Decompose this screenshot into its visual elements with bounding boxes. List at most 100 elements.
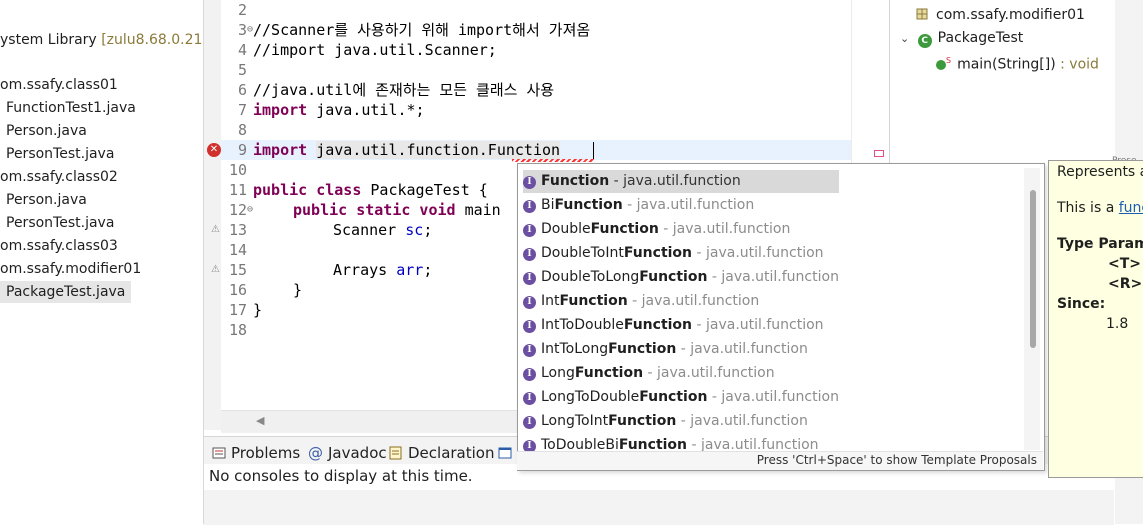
code-text: ; xyxy=(423,221,433,239)
code-text: PackageTest { xyxy=(361,181,488,199)
line-number: 3 xyxy=(237,21,247,39)
completion-item[interactable]: I IntToDoubleFunction - java.util.functio… xyxy=(523,314,839,337)
tree-item-label: FunctionTest1.java xyxy=(6,100,136,116)
javadoc-text: This is a func xyxy=(1057,200,1143,216)
tree-item-label: PersonTest.java xyxy=(6,146,115,162)
interface-icon: I xyxy=(523,200,536,213)
interface-icon: I xyxy=(523,344,536,357)
completion-item[interactable]: I DoubleFunction - java.util.function xyxy=(523,218,839,241)
code-keyword: import xyxy=(253,101,308,119)
warning-icon[interactable]: ⚠ xyxy=(211,224,220,235)
completion-match: Function xyxy=(554,197,623,213)
tab-javadoc[interactable]: @ Javadoc xyxy=(308,441,387,465)
content-assist-popup[interactable]: I Function - java.util.function I BiFuncti… xyxy=(517,163,1045,471)
tree-item-package[interactable]: om.ssafy.modifier01 xyxy=(0,258,141,280)
line-number: 6 xyxy=(237,81,247,99)
interface-icon: I xyxy=(523,296,536,309)
code-line: public class PackageTest { xyxy=(253,180,488,200)
tree-item-label: om.ssafy.class02 xyxy=(0,169,118,185)
tab-label: Problems xyxy=(231,444,301,462)
code-keyword: public class xyxy=(253,181,362,199)
completion-package: - java.util.function xyxy=(658,221,791,237)
completion-item[interactable]: I LongFunction - java.util.function xyxy=(523,362,839,385)
interface-icon: I xyxy=(523,272,536,285)
tree-item-file[interactable]: FunctionTest1.java xyxy=(6,97,136,119)
code-comment: //java.util에 존재하는 모든 클래스 사용 xyxy=(253,81,555,99)
fold-marker-icon[interactable]: ⊖ xyxy=(247,200,253,220)
tree-item-package[interactable]: om.ssafy.class02 xyxy=(0,166,118,188)
template-proposals-hint[interactable]: Press 'Ctrl+Space' to show Template Prop… xyxy=(757,453,1037,467)
completion-match: Function xyxy=(623,245,693,261)
completion-item[interactable]: I IntToLongFunction - java.util.function xyxy=(523,338,839,361)
scroll-left-arrow-icon[interactable]: ◀ xyxy=(256,414,264,427)
completion-item[interactable]: I LongToIntFunction - java.util.function xyxy=(523,410,839,433)
tab-label: Declaration xyxy=(408,444,495,462)
tree-item-package[interactable]: om.ssafy.class03 xyxy=(0,235,118,257)
ruler-error-marker[interactable] xyxy=(874,150,884,157)
completion-text: Long xyxy=(541,365,575,381)
line-number: 4 xyxy=(237,41,247,59)
outline-item-method[interactable]: Smain(String[]) : void xyxy=(936,50,1099,73)
interface-icon: I xyxy=(523,176,536,189)
chevron-down-icon[interactable]: ⌄ xyxy=(900,32,909,45)
warning-icon[interactable]: ⚠ xyxy=(211,264,220,275)
code-text: java.util.*; xyxy=(307,101,425,119)
completion-text: DoubleToLong xyxy=(541,269,640,285)
tree-item-label: om.ssafy.modifier01 xyxy=(0,261,142,277)
outline-item-label: com.ssafy.modifier01 xyxy=(936,7,1085,23)
javadoc-hover: Represents a This is a func Type Parame … xyxy=(1048,160,1143,478)
completion-text: IntToLong xyxy=(541,341,609,357)
completion-text: LongToInt xyxy=(541,413,609,429)
completion-package: - java.util.function xyxy=(609,173,741,189)
tree-item-package[interactable]: om.ssafy.class01 xyxy=(0,74,118,96)
code-comment: //Scanner를 사용하기 위해 import해서 가져옴 xyxy=(253,21,591,39)
interface-icon: I xyxy=(523,224,536,237)
code-text: Arrays xyxy=(333,261,397,279)
completion-match: Function xyxy=(639,269,708,285)
popup-scrollbar-thumb[interactable] xyxy=(1030,190,1036,348)
completion-item[interactable]: I BiFunction - java.util.function xyxy=(523,194,839,217)
tree-item-file[interactable]: Person.java xyxy=(6,189,87,211)
javadoc-summary: Represents a xyxy=(1057,164,1143,180)
tab-problems[interactable]: Problems xyxy=(212,441,300,465)
outline-item-label: main(String[]) xyxy=(957,56,1056,73)
javadoc-link[interactable]: func xyxy=(1119,200,1143,216)
package-icon xyxy=(916,5,928,20)
problems-icon xyxy=(212,443,226,459)
completion-text: Int xyxy=(541,293,560,309)
tree-item-file[interactable]: Person.java xyxy=(6,120,87,142)
completion-package: - java.util.function xyxy=(627,293,760,309)
code-line: public static void main xyxy=(293,200,501,220)
code-variable: sc xyxy=(405,221,424,239)
text-caret xyxy=(593,142,594,159)
completion-item-selected[interactable]: I Function - java.util.function xyxy=(523,170,839,193)
error-icon[interactable]: ✕ xyxy=(207,143,221,157)
completion-package: - java.util.function xyxy=(622,197,755,213)
completion-match: Function xyxy=(639,389,708,405)
completion-package: - java.util.function xyxy=(707,269,839,285)
line-number: 2 xyxy=(237,1,247,19)
tree-item-system-library[interactable]: ystem Library [zulu8.68.0.21-ca xyxy=(0,29,204,51)
completion-item[interactable]: I DoubleToLongFunction - java.util.functi… xyxy=(523,266,839,289)
completion-item[interactable]: I IntFunction - java.util.function xyxy=(523,290,839,313)
line-number: 12 xyxy=(228,201,247,219)
tree-item-file[interactable]: PersonTest.java xyxy=(6,143,114,165)
completion-match: Function xyxy=(608,341,677,357)
completion-item[interactable]: I LongToDoubleFunction - java.util.functi… xyxy=(523,386,839,409)
outline-item-package[interactable]: com.ssafy.modifier01 xyxy=(916,4,1085,26)
code-text: Scanner xyxy=(333,221,406,239)
code-keyword: public static void xyxy=(293,201,456,219)
tab-declaration[interactable]: Declaration xyxy=(389,441,494,465)
static-marker: S xyxy=(946,56,952,65)
code-text: java.util.function.Function xyxy=(316,141,561,159)
completion-item[interactable]: I DoubleToIntFunction - java.util.functio… xyxy=(523,242,839,265)
javadoc-since-value: 1.8 xyxy=(1106,316,1129,332)
line-number: 13 xyxy=(228,221,247,239)
outline-item-class[interactable]: ⌄ C PackageTest xyxy=(900,27,1023,49)
error-underline xyxy=(512,159,594,162)
tree-item-file-selected[interactable]: PackageTest.java xyxy=(0,281,132,303)
tree-item-file[interactable]: PersonTest.java xyxy=(6,212,114,234)
completion-match: Function xyxy=(559,293,628,309)
completion-text: Bi xyxy=(541,197,555,213)
line-number: 9 xyxy=(237,141,247,159)
